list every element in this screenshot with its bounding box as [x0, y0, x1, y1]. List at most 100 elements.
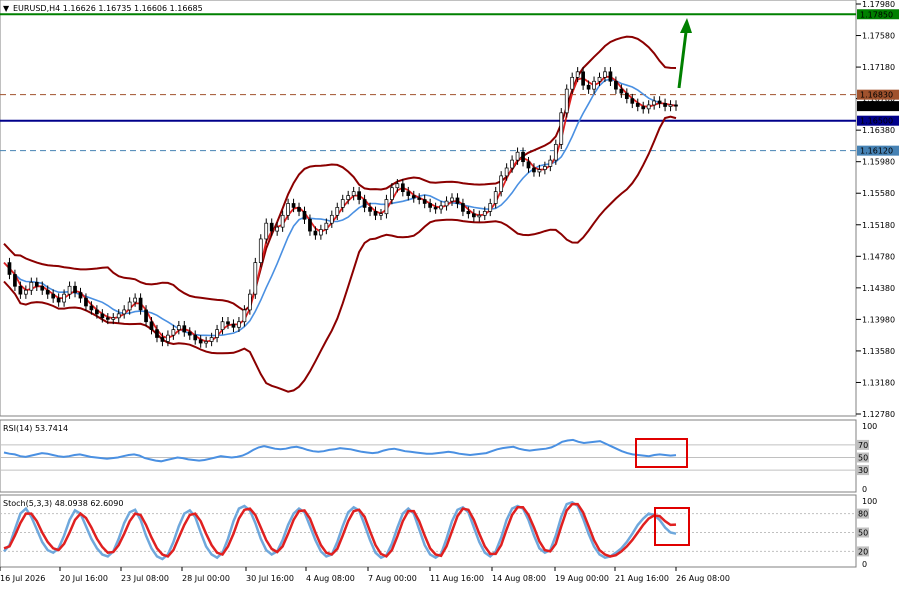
price-axis: 1.179801.175801.171801.167801.163801.159…	[856, 0, 899, 419]
candle-body	[346, 195, 351, 200]
time-tick-label: 26 Aug 08:00	[676, 574, 730, 583]
candle-body	[171, 329, 176, 336]
candle-body	[450, 197, 454, 202]
chart-collapse-icon[interactable]: ▼	[3, 4, 10, 13]
rsi-axis-label: 100	[862, 422, 877, 431]
candle-body	[24, 289, 28, 295]
candle-body	[302, 211, 307, 220]
candle-body	[570, 76, 575, 90]
price-tick-label: 1.16380	[862, 126, 895, 135]
candle-body	[56, 297, 61, 303]
candle-body	[608, 71, 613, 82]
candle-body	[204, 341, 208, 344]
candle-body	[548, 159, 553, 167]
candle-body	[275, 226, 280, 232]
candle-body	[313, 230, 318, 236]
price-tick-label: 1.13980	[862, 315, 895, 324]
candle-body	[400, 183, 405, 193]
candle-body	[193, 334, 198, 341]
candle-body	[663, 102, 667, 107]
candle-body	[111, 317, 116, 320]
candle-body	[521, 151, 525, 163]
candle-body	[624, 92, 629, 99]
candle-body	[18, 285, 23, 295]
candle-body	[417, 197, 422, 200]
candle-body	[553, 143, 558, 161]
candle-body	[231, 323, 236, 328]
candle-body	[13, 274, 17, 287]
price-tick-label: 1.13180	[862, 378, 895, 387]
candle-body	[280, 214, 285, 228]
price-tick-label: 1.14380	[862, 284, 895, 293]
candle-body	[149, 321, 154, 330]
candle-body	[264, 222, 269, 240]
candle-body	[373, 211, 378, 216]
price-level-tag-label: 1.16500	[860, 117, 893, 126]
chart-root: 100 0 70 50 30 100 0 80 50 20 ▼ EURUSD,H4 1.1662…	[0, 0, 900, 589]
price-tick-label: 1.12780	[862, 410, 895, 419]
price-pane-frame	[0, 0, 857, 417]
candle-body	[291, 203, 296, 208]
candle-body	[406, 191, 411, 196]
candle-body	[105, 317, 110, 320]
rsi-level-tag-label: 50	[858, 454, 868, 463]
candle-body	[357, 191, 361, 200]
candle-body	[29, 281, 34, 291]
candle-body	[433, 207, 438, 210]
candle-body	[515, 151, 520, 161]
price-tick-label: 1.14780	[862, 252, 895, 261]
price-tick-label: 1.15580	[862, 189, 895, 198]
candle-body	[603, 71, 607, 78]
candle-body	[384, 199, 389, 215]
candle-body	[253, 262, 258, 295]
candle-body	[160, 337, 165, 342]
candle-body	[635, 102, 640, 107]
candle-body	[461, 203, 465, 212]
time-tick-label: 14 Aug 08:00	[492, 574, 546, 583]
candle-body	[308, 218, 312, 232]
candle-body	[187, 331, 192, 336]
candle-body	[674, 104, 678, 107]
price-tick-label: 1.17180	[862, 63, 895, 72]
candle-body	[286, 203, 290, 216]
candle-body	[499, 175, 504, 193]
candle-body	[127, 301, 132, 311]
candle-body	[630, 98, 635, 104]
candle-body	[100, 313, 105, 319]
candle-body	[182, 325, 187, 333]
price-level-tag-label: 1.16685	[860, 102, 893, 111]
candle-body	[89, 305, 94, 311]
candle-body	[422, 199, 427, 204]
candle-body	[466, 211, 471, 215]
candle-body	[166, 334, 170, 342]
candle-body	[488, 203, 493, 212]
stoch-level-tag-label: 80	[858, 510, 868, 519]
candle-body	[543, 166, 547, 170]
candle-body	[62, 293, 66, 303]
time-tick-label: 20 Jul 16:00	[60, 574, 108, 583]
rsi-level-tag-label: 70	[858, 441, 868, 450]
candle-body	[67, 285, 72, 295]
candle-body	[84, 297, 88, 307]
candle-body	[641, 106, 646, 110]
candle-body	[428, 203, 432, 208]
stoch-level-tag-label: 50	[858, 529, 868, 538]
candle-body	[209, 337, 214, 342]
candle-body	[335, 207, 340, 216]
candle-body	[34, 281, 39, 287]
candle-body	[40, 285, 45, 291]
price-tick-label: 1.17580	[862, 32, 895, 41]
candle-body	[379, 213, 383, 216]
candle-body	[138, 297, 143, 311]
candle-body	[586, 84, 591, 90]
stoch-axis-label: 100	[862, 497, 877, 506]
candle-body	[614, 80, 618, 90]
price-tick-label: 1.15980	[862, 158, 895, 167]
candle-body	[493, 191, 498, 204]
time-tick-label: 11 Aug 16:00	[430, 574, 484, 583]
candle-body	[581, 71, 585, 86]
time-axis: 16 Jul 2026 20 Jul 16:00 23 Jul 08:00 28 Ju…	[0, 567, 730, 583]
candle-body	[504, 167, 509, 177]
candle-body	[564, 88, 569, 114]
candle-body	[657, 100, 662, 104]
